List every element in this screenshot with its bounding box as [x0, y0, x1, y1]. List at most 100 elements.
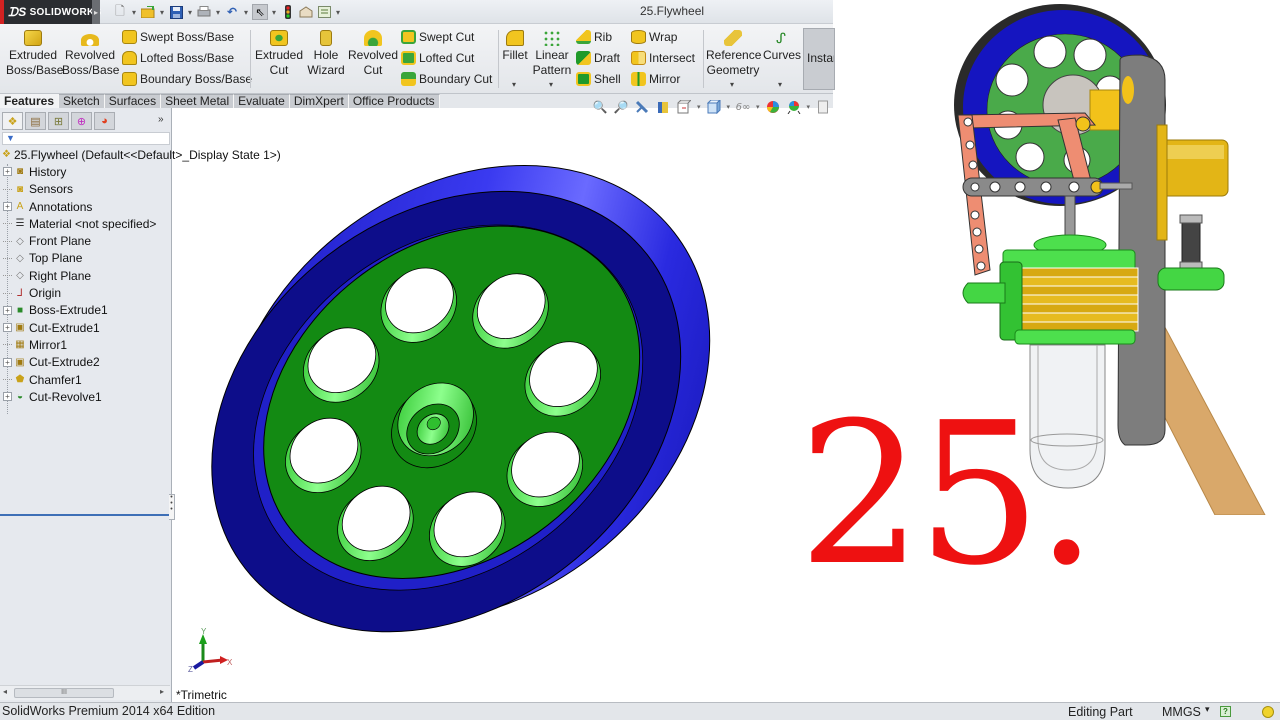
open-dropdown-icon[interactable]: ▾: [158, 8, 166, 17]
display-style-dropdown-icon[interactable]: ▾: [727, 103, 731, 111]
instant3d-button[interactable]: Instant3D: [803, 28, 835, 90]
apply-scene-icon[interactable]: [786, 99, 802, 115]
quick-tips-help-icon[interactable]: ?: [1220, 706, 1231, 717]
rebuild-status-icon[interactable]: [1262, 706, 1274, 718]
rib-button[interactable]: Rib: [576, 30, 612, 44]
solidworks-menu-button[interactable]: ᗪS SOLIDWORKS: [0, 0, 101, 24]
reference-geometry-button[interactable]: Reference Geometry: [706, 30, 761, 78]
undo-dropdown-icon[interactable]: ▾: [242, 8, 250, 17]
scroll-left-arrow-icon[interactable]: ◂: [3, 687, 7, 696]
tree-filter-field[interactable]: ▼: [2, 132, 170, 145]
tree-root-part[interactable]: ❖ 25.Flywheel (Default<<Default>_Display…: [0, 146, 281, 163]
zoom-to-fit-icon[interactable]: 🔍: [592, 99, 608, 115]
swept-boss-base-button[interactable]: Swept Boss/Base: [122, 30, 234, 44]
edit-appearance-icon[interactable]: [765, 99, 781, 115]
tab-sheet-metal[interactable]: Sheet Metal: [161, 94, 235, 108]
mirror-button[interactable]: Mirror: [631, 72, 680, 86]
lofted-cut-button[interactable]: Lofted Cut: [401, 51, 474, 65]
tree-item-front-plane[interactable]: ◇ Front Plane: [0, 232, 172, 249]
tree-item-chamfer1[interactable]: ⬟ Chamfer1: [0, 371, 172, 388]
tree-item-top-plane[interactable]: ◇ Top Plane: [0, 250, 172, 267]
zoom-to-area-icon[interactable]: 🔎: [613, 99, 629, 115]
expand-toggle-icon[interactable]: +: [3, 392, 12, 402]
options-icon[interactable]: [316, 4, 332, 20]
menu-expand-arrow-icon[interactable]: ▸: [92, 0, 100, 24]
print-dropdown-icon[interactable]: ▾: [214, 8, 222, 17]
tree-item-boss-extrude1[interactable]: + ■ Boss-Extrude1: [0, 302, 172, 319]
hide-show-items-icon[interactable]: 6∞: [735, 99, 751, 115]
configurationmanager-tab[interactable]: ⊞: [48, 112, 69, 130]
options-dropdown-icon[interactable]: ▾: [334, 8, 342, 17]
extruded-cut-button[interactable]: Extruded Cut: [254, 30, 304, 78]
tree-item-sensors[interactable]: ◙ Sensors: [0, 181, 172, 198]
select-dropdown-icon[interactable]: ▾: [270, 8, 278, 17]
expand-toggle-icon[interactable]: +: [3, 305, 12, 315]
new-document-icon[interactable]: 🗋: [112, 4, 128, 20]
tree-item-material-not-specified[interactable]: ☰ Material <not specified>: [0, 215, 172, 232]
tree-item-annotations[interactable]: + A Annotations: [0, 198, 172, 215]
tree-horizontal-scrollbar[interactable]: ◂ III ▸: [0, 685, 170, 700]
hole-wizard-button[interactable]: Hole Wizard: [305, 30, 347, 78]
scroll-right-arrow-icon[interactable]: ▸: [160, 687, 164, 696]
dimxpert-manager-tab[interactable]: ⊕: [71, 112, 92, 130]
rollback-bar[interactable]: [0, 514, 170, 516]
view-settings-icon[interactable]: [815, 99, 831, 115]
tab-surfaces[interactable]: Surfaces: [104, 94, 162, 108]
boundary-boss-base-button[interactable]: Boundary Boss/Base: [122, 72, 252, 86]
linear-pattern-button[interactable]: Linear Pattern: [532, 30, 572, 78]
shell-button[interactable]: Shell: [576, 72, 621, 86]
view-orientation-icon[interactable]: [676, 99, 692, 115]
boundary-cut-button[interactable]: Boundary Cut: [401, 72, 492, 86]
expand-toggle-icon[interactable]: +: [3, 323, 12, 333]
hide-show-dropdown-icon[interactable]: ▾: [756, 103, 760, 111]
unit-system-dropdown-icon[interactable]: ▾: [1205, 704, 1210, 715]
open-folder-icon[interactable]: [140, 4, 156, 20]
wrap-button[interactable]: Wrap: [631, 30, 677, 44]
manager-more-icon[interactable]: »: [158, 114, 164, 125]
tree-item-mirror1[interactable]: ▦ Mirror1: [0, 336, 172, 353]
tab-office-products[interactable]: Office Products: [348, 94, 440, 108]
fillet-button[interactable]: Fillet: [502, 30, 528, 63]
panel-splitter-handle[interactable]: • • •: [169, 494, 175, 520]
intersect-button[interactable]: Intersect: [631, 51, 695, 65]
curves-dropdown-icon[interactable]: ▾: [778, 80, 782, 89]
save-dropdown-icon[interactable]: ▾: [186, 8, 194, 17]
expand-toggle-icon[interactable]: +: [3, 167, 12, 177]
draft-button[interactable]: Draft: [576, 51, 620, 65]
tab-evaluate[interactable]: Evaluate: [234, 94, 290, 108]
tab-dimxpert[interactable]: DimXpert: [289, 94, 349, 108]
revolved-cut-button[interactable]: Revolved Cut: [348, 30, 398, 78]
print-icon[interactable]: [196, 4, 212, 20]
tree-item-cut-extrude2[interactable]: + ▣ Cut-Extrude2: [0, 354, 172, 371]
scroll-thumb[interactable]: III: [14, 688, 114, 698]
save-icon[interactable]: [168, 4, 184, 20]
revolved-boss-base-button[interactable]: Revolved Boss/Base: [62, 30, 119, 78]
previous-view-icon[interactable]: [634, 99, 650, 115]
expand-toggle-icon[interactable]: +: [3, 357, 12, 367]
rebuild-traffic-light-icon[interactable]: [280, 4, 296, 20]
section-view-icon[interactable]: [655, 99, 671, 115]
tree-item-cut-extrude1[interactable]: + ▣ Cut-Extrude1: [0, 319, 172, 336]
file-properties-icon[interactable]: [298, 4, 314, 20]
apply-scene-dropdown-icon[interactable]: ▾: [807, 103, 811, 111]
expand-toggle-icon[interactable]: +: [3, 202, 12, 212]
tree-item-history[interactable]: + ◙ History: [0, 163, 172, 180]
unit-system-selector[interactable]: MMGS: [1162, 705, 1201, 719]
tree-item-right-plane[interactable]: ◇ Right Plane: [0, 267, 172, 284]
tab-sketch[interactable]: Sketch: [59, 94, 105, 108]
curves-button[interactable]: ᔑ Curves: [763, 30, 801, 63]
view-orientation-dropdown-icon[interactable]: ▾: [697, 103, 701, 111]
swept-cut-button[interactable]: Swept Cut: [401, 30, 474, 44]
graphics-area[interactable]: Y X Z: [173, 108, 833, 702]
featuremanager-tree-tab[interactable]: ❖: [2, 112, 23, 130]
tree-item-cut-revolve1[interactable]: + ◒ Cut-Revolve1: [0, 388, 172, 405]
undo-icon[interactable]: ↶: [224, 4, 240, 20]
select-arrow-icon[interactable]: ⇖: [252, 4, 268, 20]
linear-pattern-dropdown-icon[interactable]: ▾: [549, 80, 553, 89]
propertymanager-tab[interactable]: ▤: [25, 112, 46, 130]
reference-geometry-dropdown-icon[interactable]: ▾: [730, 80, 734, 89]
tree-item-origin[interactable]: ⅃ Origin: [0, 284, 172, 301]
extruded-boss-base-button[interactable]: Extruded Boss/Base: [6, 30, 63, 78]
lofted-boss-base-button[interactable]: Lofted Boss/Base: [122, 51, 234, 65]
display-manager-tab[interactable]: ◕: [94, 112, 115, 130]
